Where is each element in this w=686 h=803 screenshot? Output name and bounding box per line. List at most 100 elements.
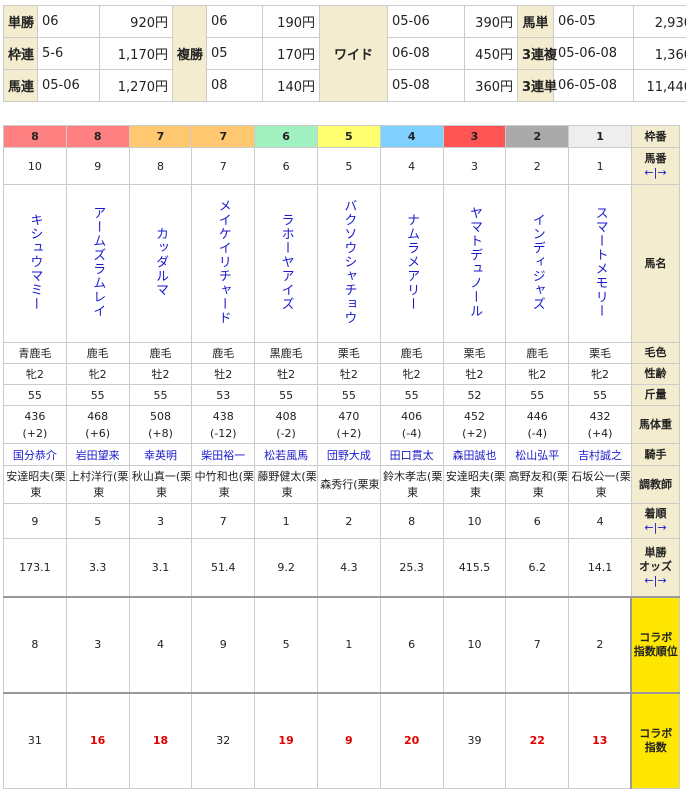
payout-num: 05-06 <box>37 69 100 102</box>
kinryo-cell: 55 <box>316 384 381 406</box>
body-weight: 470 <box>338 409 360 423</box>
sex-cell: 牝2 <box>379 363 444 385</box>
trainer-cell: 森秀行(栗東 <box>316 465 381 504</box>
odds-cell: 25.3 <box>379 538 444 597</box>
sort-arrows[interactable]: ←|→ <box>632 574 678 588</box>
horse-name-link[interactable]: アームズラムレイ <box>88 206 107 318</box>
odds-cell: 415.5 <box>442 538 507 597</box>
horse-name-cell[interactable]: アームズラムレイ <box>65 184 130 343</box>
jockey-link[interactable]: 森田誠也 <box>442 443 507 466</box>
jockey-link[interactable]: 団野大成 <box>316 443 381 466</box>
body-weight: 446 <box>526 409 548 423</box>
header-label: 調教師 <box>638 477 672 491</box>
payout-num: 06 <box>206 5 263 38</box>
jockey-link[interactable]: 松山弘平 <box>505 443 570 466</box>
sort-arrows[interactable]: ←|→ <box>632 166 678 180</box>
trainer-name: 中竹和也(栗 <box>194 469 254 483</box>
collab-index-cell: 32 <box>191 691 256 789</box>
trainer-name: 安達昭夫(栗 <box>445 469 506 483</box>
horse-name-cell[interactable]: スマートメモリー <box>568 184 632 343</box>
horse-name-cell[interactable]: ヤマトデュノール <box>442 184 507 343</box>
payout-amount: 1,270円 <box>99 69 173 102</box>
rank-cell: 9 <box>3 503 67 539</box>
jockey-link[interactable]: 国分恭介 <box>3 443 67 466</box>
umaban-cell: 4 <box>379 147 444 185</box>
color-cell: 鹿毛 <box>379 342 444 364</box>
horse-name-link[interactable]: ナムラメアリー <box>402 213 421 311</box>
body-weight: 468 <box>87 409 109 423</box>
header-label: 馬名 <box>644 256 667 270</box>
horse-name-cell[interactable]: ラホーヤアイズ <box>254 184 318 343</box>
body-weight: 406 <box>401 409 423 423</box>
horse-name-cell[interactable]: インディジャズ <box>505 184 570 343</box>
waku-cell: 2 <box>505 125 570 148</box>
kinryo-cell: 55 <box>505 384 570 406</box>
payout-amount: 390円 <box>464 5 518 38</box>
jockey-link[interactable]: 岩田望来 <box>65 443 130 466</box>
trainer-cell: 安達昭夫(栗東 <box>442 465 507 504</box>
horse-name-link[interactable]: メイケイリチャード <box>214 199 233 325</box>
umaban-cell: 8 <box>128 147 193 185</box>
waku-cell: 8 <box>3 125 67 148</box>
header-label: 性齢 <box>644 367 667 380</box>
sex-cell: 牡2 <box>191 363 256 385</box>
payout-amount: 360円 <box>464 69 518 102</box>
header-label: 着順 <box>644 507 667 520</box>
payout-num: 05-06 <box>387 5 465 38</box>
trainer-name: 藤野健太(栗 <box>257 469 317 483</box>
waku-cell: 3 <box>442 125 507 148</box>
weight-cell: 446 (-4) <box>505 405 570 444</box>
rank-cell: 8 <box>379 503 444 539</box>
horse-name-cell[interactable]: メイケイリチャード <box>191 184 256 343</box>
collab-index-cell: 20 <box>379 691 444 789</box>
header-label: 騎手 <box>644 447 667 461</box>
waku-cell: 4 <box>379 125 444 148</box>
odds-cell: 3.3 <box>65 538 130 597</box>
rank-cell: 10 <box>442 503 507 539</box>
weight-cell: 470 (+2) <box>316 405 381 444</box>
horse-name-link[interactable]: ヤマトデュノール <box>465 206 484 318</box>
trainer-cell: 高野友和(栗東 <box>505 465 570 504</box>
jockey-link[interactable]: 幸英明 <box>128 443 193 466</box>
crank-cell: 9 <box>191 595 256 693</box>
payout-amount: 11,440円 <box>633 69 686 102</box>
rank-cell: 1 <box>254 503 318 539</box>
horse-name-link[interactable]: キシュウマミー <box>25 213 44 311</box>
crank-cell: 8 <box>3 595 67 693</box>
horse-name-link[interactable]: バクソウシャチョウ <box>339 199 358 325</box>
weight-diff: (+2) <box>462 426 487 440</box>
trainer-name: 森秀行(栗東 <box>320 477 380 491</box>
horse-name-link[interactable]: カッダルマ <box>151 227 170 297</box>
payout-num: 05-06-08 <box>553 37 634 70</box>
horse-name-link[interactable]: インディジャズ <box>528 213 547 311</box>
horse-name-link[interactable]: ラホーヤアイズ <box>277 213 296 311</box>
row-sex: 牝2 牝2 牡2 牡2 牡2 牡2 牝2 牡2 牝2 牝2 性齢 <box>3 363 680 385</box>
kinryo-cell: 55 <box>3 384 67 406</box>
payout-amount: 2,930円 <box>633 5 686 38</box>
horse-name-cell[interactable]: バクソウシャチョウ <box>316 184 381 343</box>
payout-amount: 1,170円 <box>99 37 173 70</box>
payout-num: 06-05 <box>553 5 634 38</box>
row-rank: 9 5 3 7 1 2 8 10 6 4 着順 ←|→ <box>3 503 680 539</box>
crank-cell: 3 <box>65 595 130 693</box>
horse-name-cell[interactable]: ナムラメアリー <box>379 184 444 343</box>
weight-cell: 452 (+2) <box>442 405 507 444</box>
header-waku: 枠番 <box>630 125 680 148</box>
body-weight: 508 <box>149 409 171 423</box>
jockey-link[interactable]: 吉村誠之 <box>568 443 632 466</box>
jockey-link[interactable]: 松若風馬 <box>254 443 318 466</box>
horse-name-cell[interactable]: キシュウマミー <box>3 184 67 343</box>
horse-name-link[interactable]: スマートメモリー <box>591 206 610 318</box>
jockey-link[interactable]: 柴田裕一 <box>191 443 256 466</box>
weight-cell: 436 (+2) <box>3 405 67 444</box>
kinryo-cell: 55 <box>568 384 632 406</box>
horse-name-cell[interactable]: カッダルマ <box>128 184 193 343</box>
color-cell: 栗毛 <box>568 342 632 364</box>
jockey-link[interactable]: 田口貫太 <box>379 443 444 466</box>
payout-amount: 190円 <box>262 5 320 38</box>
weight-diff: (+2) <box>22 426 48 440</box>
trainer-cell: 藤野健太(栗東 <box>254 465 318 504</box>
sort-arrows[interactable]: ←|→ <box>632 521 678 535</box>
weight-cell: 438 (-12) <box>191 405 256 444</box>
color-cell: 栗毛 <box>442 342 507 364</box>
